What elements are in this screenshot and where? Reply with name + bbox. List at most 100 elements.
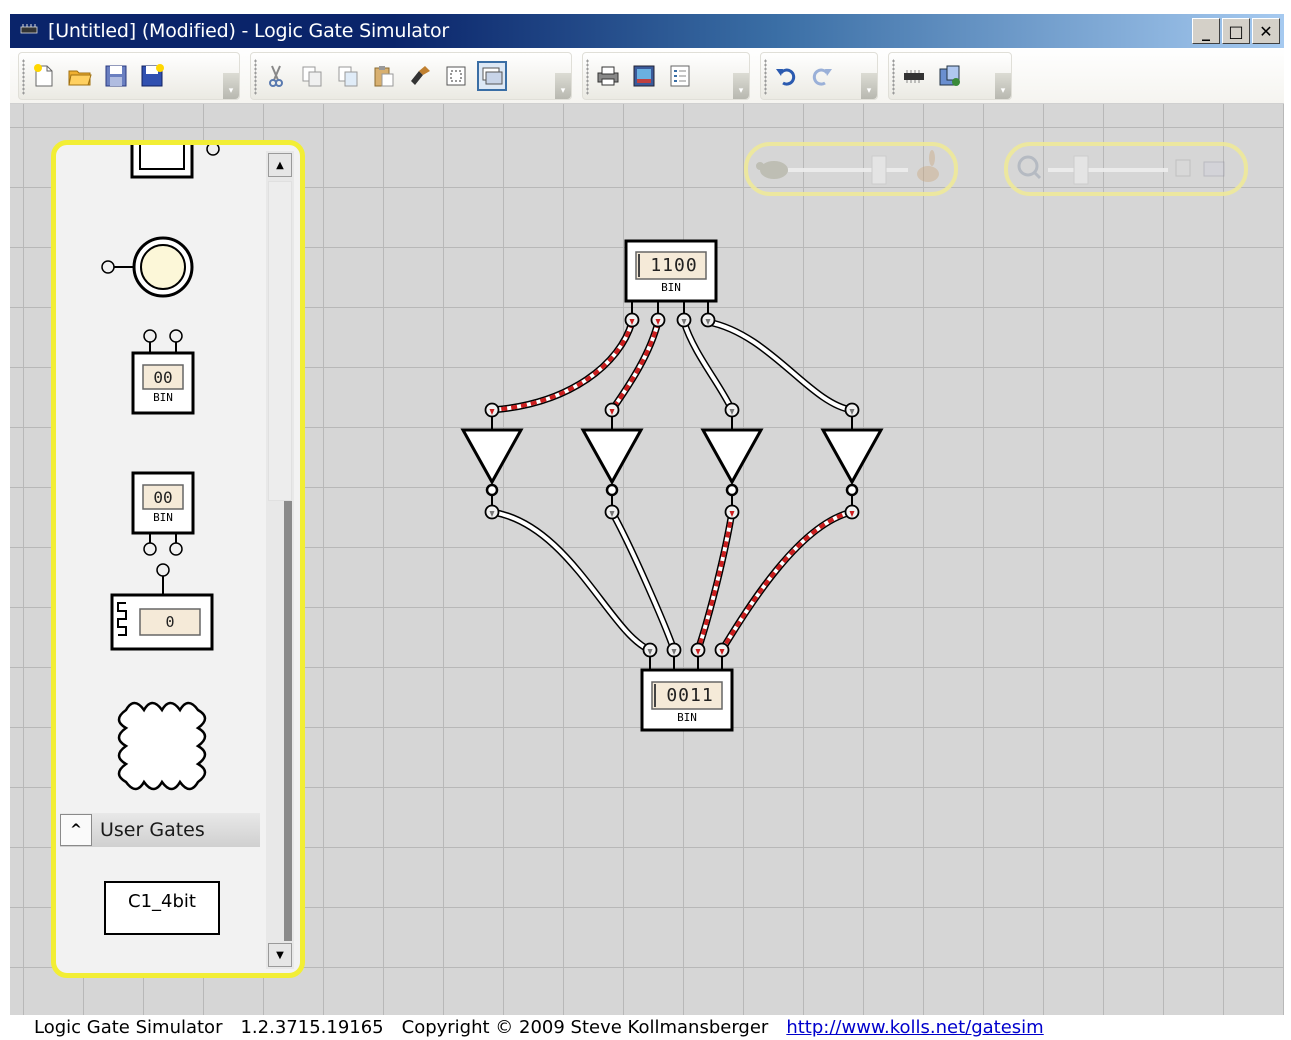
- close-button[interactable]: ✕: [1252, 18, 1280, 44]
- toolbar-overflow-button[interactable]: ▾: [223, 73, 239, 99]
- palette-item-comment[interactable]: [117, 701, 207, 791]
- save-button[interactable]: [101, 61, 131, 91]
- gate-palette[interactable]: 00 BIN 00 BIN 0 ^ User Gates C1_4bit ▲ ▼: [51, 140, 305, 978]
- minimize-button[interactable]: _: [1192, 18, 1220, 44]
- user-gates-section-header[interactable]: ^ User Gates: [60, 813, 260, 847]
- toolbar-group-edit: ▾: [250, 52, 572, 100]
- toolbar-grip[interactable]: [764, 59, 767, 95]
- palette-item-button[interactable]: [130, 145, 220, 179]
- toolbar-grip[interactable]: [586, 59, 589, 95]
- select-all-button[interactable]: [441, 61, 471, 91]
- wire-mode-button[interactable]: [477, 61, 507, 91]
- wire-bit2-in[interactable]: [609, 321, 662, 412]
- palette-scrollbar[interactable]: ▲ ▼: [266, 151, 294, 969]
- toolbar-group-file: ▾: [18, 52, 240, 100]
- wire-bit0-in[interactable]: [707, 318, 853, 414]
- user-gate-label: C1_4bit: [128, 891, 196, 912]
- maximize-button[interactable]: □: [1222, 18, 1250, 44]
- copy-icon: [302, 66, 322, 87]
- cut-button[interactable]: [261, 61, 291, 91]
- save-as-button[interactable]: [137, 61, 167, 91]
- redo-button[interactable]: [807, 61, 837, 91]
- save-icon: [105, 65, 127, 87]
- properties-icon: [670, 65, 690, 87]
- chip-icon: [904, 70, 924, 83]
- toolbar-overflow-button[interactable]: ▾: [995, 73, 1011, 99]
- copy-as-image-button[interactable]: [333, 61, 363, 91]
- not-gate-2[interactable]: [580, 402, 644, 520]
- open-button[interactable]: [65, 61, 95, 91]
- undo-icon: [776, 68, 796, 86]
- paste-button[interactable]: [369, 61, 399, 91]
- toolbar-group-ic: ▾: [888, 52, 1012, 100]
- scroll-up-button[interactable]: ▲: [268, 153, 292, 177]
- copy-button[interactable]: [297, 61, 327, 91]
- chevron-up-icon: ^: [70, 822, 82, 838]
- minimize-icon: _: [1202, 21, 1210, 41]
- user-gate-c1-4bit[interactable]: C1_4bit: [104, 881, 220, 935]
- not-gate-1[interactable]: [460, 402, 524, 520]
- close-icon: ✕: [1259, 21, 1273, 41]
- arrow-up-icon: ▲: [276, 159, 284, 171]
- input-display-value: 1100: [650, 255, 698, 276]
- palette-item-led[interactable]: [101, 236, 194, 298]
- copy-as-image-icon: [338, 66, 358, 87]
- toolbar-overflow-button[interactable]: ▾: [861, 73, 877, 99]
- wire-bit0-out[interactable]: [719, 508, 853, 652]
- save-as-icon: [141, 64, 164, 87]
- toolbar-overflow-button[interactable]: ▾: [733, 73, 749, 99]
- status-bar: Logic Gate Simulator 1.2.3715.19165 Copy…: [10, 1015, 1284, 1040]
- toolbar-group-print: ▾: [582, 52, 750, 100]
- print-button[interactable]: [593, 61, 623, 91]
- toolbar-group-history: ▾: [760, 52, 878, 100]
- circuit-canvas[interactable]: 1100 BIN 0011 BIN 00 BIN 00 BIN 0 ^ User…: [10, 104, 1284, 1015]
- output-display-value: 0011: [666, 685, 714, 706]
- wire-bit1-out[interactable]: [694, 511, 736, 652]
- title-bar[interactable]: [Untitled] (Modified) - Logic Gate Simul…: [10, 14, 1284, 48]
- not-gate-3[interactable]: [700, 402, 764, 520]
- new-icon: [34, 64, 53, 87]
- status-app-name: Logic Gate Simulator: [34, 1017, 223, 1038]
- section-label: User Gates: [100, 819, 205, 841]
- palette-input-display-value: 00: [153, 488, 173, 507]
- wire-bit1-in[interactable]: [680, 320, 736, 412]
- status-copyright: Copyright © 2009 Steve Kollmansberger: [401, 1017, 769, 1038]
- chip-button[interactable]: [899, 61, 929, 91]
- print-preview-icon: [633, 65, 655, 87]
- ic-manage-button[interactable]: [935, 61, 965, 91]
- not-gate-4[interactable]: [820, 402, 884, 520]
- paste-icon: [374, 66, 394, 87]
- open-icon: [68, 70, 92, 86]
- cut-icon: [269, 65, 283, 87]
- palette-output-display-mode: BIN: [153, 391, 173, 404]
- toolbar-grip[interactable]: [22, 59, 25, 95]
- undo-button[interactable]: [771, 61, 801, 91]
- delete-button[interactable]: [405, 61, 435, 91]
- palette-clock-value: 0: [165, 613, 175, 631]
- output-display-mode: BIN: [677, 711, 697, 724]
- delete-icon: [411, 66, 430, 85]
- arrow-down-icon: ▼: [276, 949, 284, 961]
- collapse-button[interactable]: ^: [60, 814, 92, 846]
- window-title: [Untitled] (Modified) - Logic Gate Simul…: [48, 20, 449, 42]
- toolbar-grip[interactable]: [892, 59, 895, 95]
- properties-button[interactable]: [665, 61, 695, 91]
- palette-input-display-mode: BIN: [153, 511, 173, 524]
- scroll-thumb[interactable]: [268, 181, 292, 501]
- new-button[interactable]: [29, 61, 59, 91]
- toolbar: ▾ ▾ ▾ ▾ ▾: [10, 48, 1284, 104]
- wire-bit3-in[interactable]: [491, 320, 636, 414]
- scroll-track[interactable]: [284, 501, 292, 941]
- input-display-mode: BIN: [661, 281, 681, 294]
- toolbar-grip[interactable]: [254, 59, 257, 95]
- scroll-down-button[interactable]: ▼: [268, 943, 292, 967]
- print-preview-button[interactable]: [629, 61, 659, 91]
- print-icon: [597, 66, 619, 86]
- website-link[interactable]: http://www.kolls.net/gatesim: [786, 1017, 1043, 1038]
- palette-item-clock[interactable]: [110, 563, 214, 651]
- toolbar-overflow-button[interactable]: ▾: [555, 73, 571, 99]
- palette-output-display-value: 00: [153, 368, 173, 387]
- maximize-icon: □: [1228, 21, 1244, 41]
- status-version: 1.2.3715.19165: [240, 1017, 384, 1038]
- wire-mode-icon: [482, 67, 503, 85]
